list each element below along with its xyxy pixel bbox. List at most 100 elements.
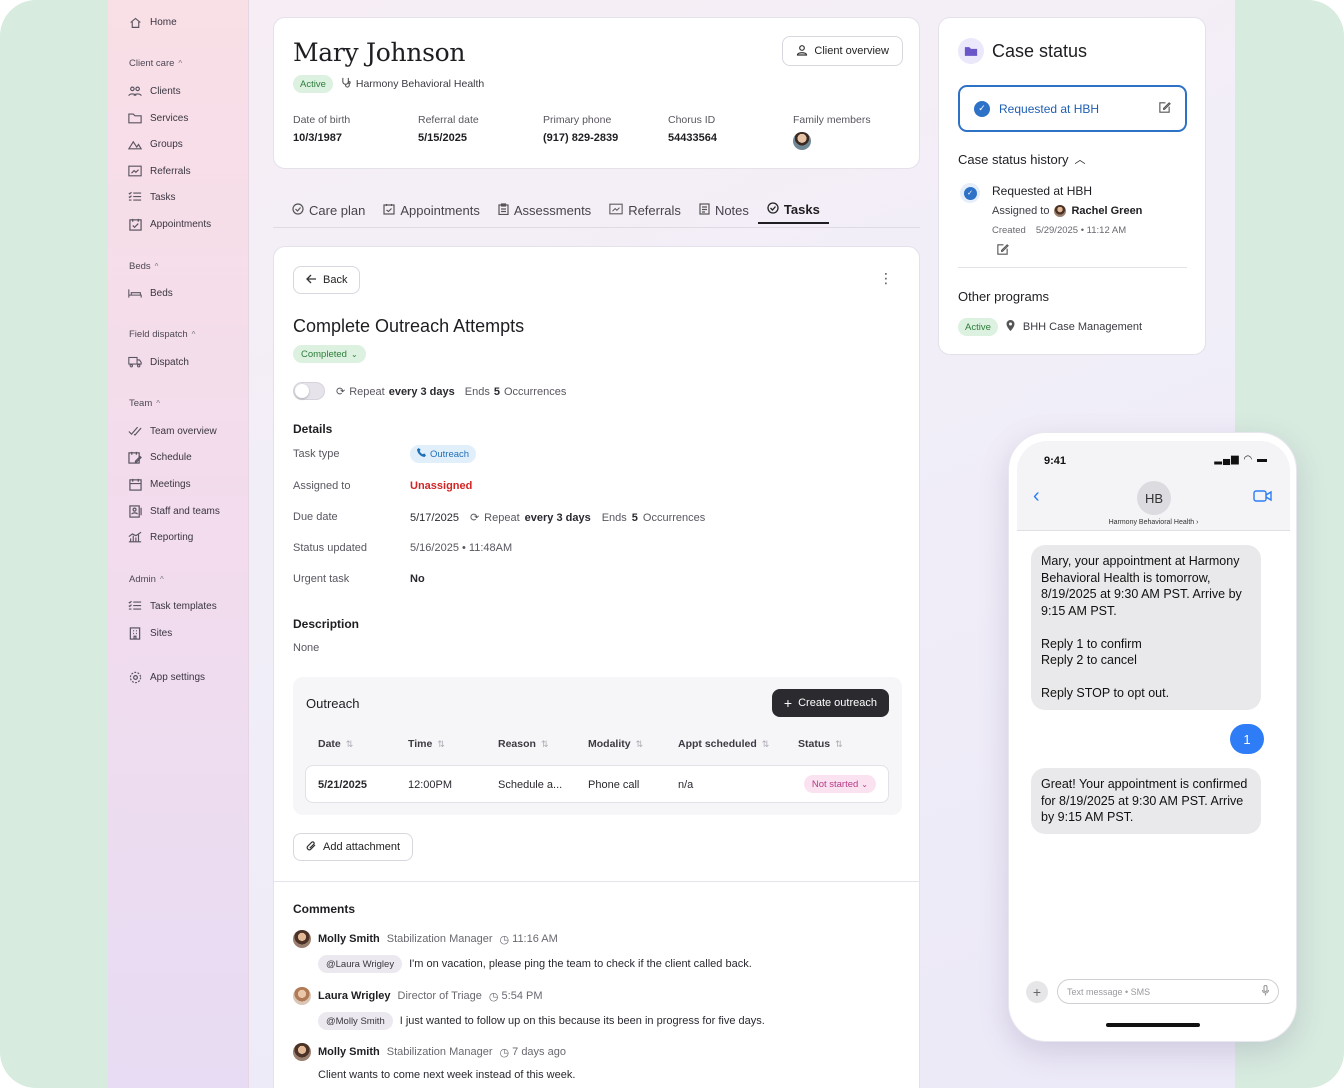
avatar[interactable]	[793, 132, 811, 150]
sidebar-section-team[interactable]: Team ^	[129, 398, 160, 409]
sidebar-item-label: Tasks	[150, 191, 176, 203]
status-badge: Active	[293, 75, 333, 93]
table-row[interactable]: 5/21/2025 12:00PM Schedule a... Phone ca…	[305, 765, 889, 803]
sidebar-item-sites[interactable]: Sites	[128, 624, 172, 642]
edit-icon[interactable]	[996, 243, 1009, 261]
contact-avatar[interactable]: HB	[1137, 481, 1171, 515]
row-status-dropdown[interactable]: Not started ⌄	[803, 775, 876, 793]
sidebar-item-app-settings[interactable]: App settings	[128, 668, 205, 686]
tab-tasks[interactable]: Tasks	[757, 196, 829, 224]
section-title: Team	[129, 398, 153, 409]
edit-icon[interactable]	[1158, 101, 1171, 117]
description-text: None	[293, 642, 320, 654]
comment-author: Laura Wrigley	[318, 990, 391, 1002]
column-header-status[interactable]: Status ⇅	[798, 738, 843, 750]
contact-name[interactable]: Harmony Behavioral Health ›	[1017, 519, 1290, 526]
chevron-down-icon: ⌄	[350, 349, 358, 359]
task-type-label: Task type	[293, 448, 340, 460]
column-header-reason[interactable]: Reason ⇅	[498, 738, 548, 750]
stethoscope-icon	[341, 77, 352, 91]
repeat-interval: every 3 days	[524, 511, 591, 524]
field-value: (917) 829-2839	[543, 132, 619, 144]
column-header-modality[interactable]: Modality ⇅	[588, 738, 643, 750]
sidebar-item-team-overview[interactable]: Team overview	[128, 422, 217, 440]
other-program-item[interactable]: Active BHH Case Management	[958, 318, 1142, 336]
plus-icon[interactable]: +	[1026, 981, 1048, 1003]
sidebar-item-services[interactable]: Services	[128, 109, 188, 127]
sidebar-item-referrals[interactable]: Referrals	[128, 162, 191, 180]
mention-chip[interactable]: @Laura Wrigley	[318, 955, 403, 973]
column-header-date[interactable]: Date ⇅	[318, 738, 353, 750]
incoming-message: Great! Your appointment is confirmed for…	[1031, 768, 1261, 834]
comment-author: Molly Smith	[318, 933, 380, 945]
sidebar-item-meetings[interactable]: Meetings	[128, 475, 191, 493]
check-icon: ✓	[963, 186, 977, 200]
folder-icon	[128, 111, 142, 125]
task-status-dropdown[interactable]: Completed ⌄	[293, 345, 366, 363]
tab-care-plan[interactable]: Care plan	[283, 196, 374, 224]
sidebar: Home Client care ^ Clients Services Group…	[108, 0, 249, 1088]
video-camera-icon[interactable]	[1253, 489, 1272, 507]
sidebar-section-client-care[interactable]: Client care ^	[129, 58, 182, 69]
sidebar-section-field-dispatch[interactable]: Field dispatch ^	[129, 329, 195, 340]
add-attachment-button[interactable]: Add attachment	[293, 833, 414, 861]
tab-referrals[interactable]: Referrals	[600, 196, 690, 224]
assigned-label: Assigned to	[992, 205, 1050, 217]
tab-label: Assessments	[513, 202, 592, 218]
sidebar-section-beds[interactable]: Beds ^	[129, 261, 158, 272]
created-label: Created	[992, 225, 1026, 236]
sidebar-item-reporting[interactable]: Reporting	[128, 528, 193, 546]
case-history-toggle[interactable]: Case status history ︿	[958, 151, 1086, 167]
home-indicator	[1106, 1023, 1200, 1027]
column-header-appt-scheduled[interactable]: Appt scheduled ⇅	[678, 738, 769, 750]
comments-heading: Comments	[293, 902, 356, 916]
sidebar-item-task-templates[interactable]: Task templates	[128, 597, 217, 615]
assigned-value[interactable]: Unassigned	[410, 480, 472, 492]
sidebar-item-schedule[interactable]: Schedule	[128, 448, 192, 466]
sidebar-item-beds[interactable]: Beds	[128, 284, 173, 302]
chevron-left-icon[interactable]: ‹	[1033, 485, 1040, 508]
repeat-toggle[interactable]	[293, 382, 325, 400]
sidebar-item-home[interactable]: Home	[128, 13, 177, 31]
field-chorus-id: Chorus ID 54433564	[668, 114, 793, 150]
message-input[interactable]: Text message • SMS	[1057, 979, 1279, 1004]
sidebar-item-staff-and-teams[interactable]: Staff and teams	[128, 502, 220, 520]
chevron-up-icon: ^	[159, 575, 164, 584]
microphone-icon[interactable]	[1261, 984, 1270, 998]
tab-label: Notes	[714, 202, 749, 218]
status-label: Not started	[811, 778, 859, 790]
due-date: 5/17/2025	[410, 511, 459, 524]
repeat-summary: ⟳ Repeat every 3 days Ends 5 Occurrences	[336, 385, 566, 399]
mention-chip[interactable]: @Molly Smith	[318, 1012, 393, 1030]
check-icon: ✓	[974, 100, 990, 117]
sidebar-section-admin[interactable]: Admin ^	[129, 574, 164, 585]
button-label: Create outreach	[798, 697, 877, 709]
sidebar-item-dispatch[interactable]: Dispatch	[128, 353, 189, 371]
clipboard-icon	[498, 202, 509, 218]
sidebar-item-clients[interactable]: Clients	[128, 82, 181, 100]
sidebar-item-tasks[interactable]: Tasks	[128, 188, 176, 206]
tab-label: Appointments	[400, 202, 480, 218]
sidebar-item-groups[interactable]: Groups	[128, 135, 183, 153]
folder-icon	[958, 38, 984, 64]
users-icon	[128, 84, 142, 98]
tab-appointments[interactable]: Appointments	[374, 196, 489, 224]
outgoing-message: 1	[1230, 724, 1264, 754]
due-date-label: Due date	[293, 511, 338, 523]
back-button[interactable]: Back	[293, 266, 361, 294]
more-options-icon[interactable]: ⋮	[879, 271, 893, 285]
current-case-status[interactable]: ✓ Requested at HBH	[958, 85, 1187, 132]
chevron-up-icon: ^	[156, 399, 160, 408]
chevron-down-icon: ⌄	[861, 779, 868, 789]
tab-assessments[interactable]: Assessments	[489, 196, 600, 224]
sidebar-item-appointments[interactable]: Appointments	[128, 215, 211, 233]
sidebar-item-label: Services	[150, 112, 189, 124]
history-assignee: Assigned to Rachel Green	[992, 205, 1142, 217]
column-label: Appt scheduled	[678, 738, 757, 750]
client-overview-button[interactable]: Client overview	[782, 36, 903, 66]
list-check-icon	[128, 190, 142, 204]
create-outreach-button[interactable]: + Create outreach	[771, 689, 889, 717]
column-header-time[interactable]: Time ⇅	[408, 738, 445, 750]
tab-notes[interactable]: Notes	[690, 196, 758, 224]
status-updated-label: Status updated	[293, 542, 368, 554]
